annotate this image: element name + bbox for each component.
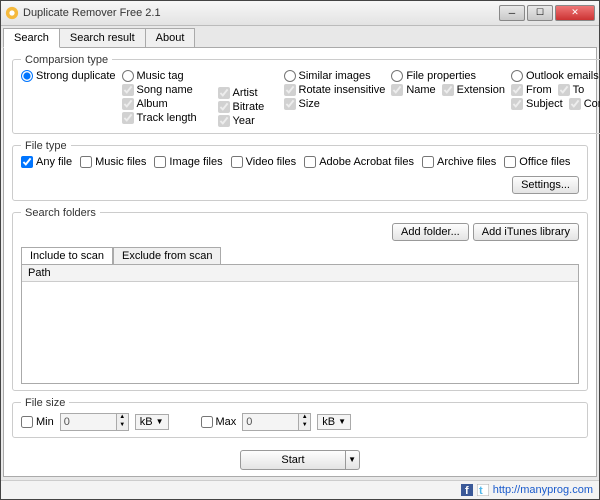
radio-outlook-emails[interactable]: Outlook emails (511, 70, 600, 82)
settings-button[interactable]: Settings... (512, 176, 579, 194)
spin-up-icon[interactable]: ▲ (298, 414, 310, 422)
spin-down-icon[interactable]: ▼ (116, 422, 128, 430)
svg-text:t: t (479, 485, 483, 496)
statusbar: f t http://manyprog.com (1, 480, 599, 499)
chk-from[interactable]: From (511, 84, 552, 96)
subtab-exclude[interactable]: Exclude from scan (113, 247, 221, 264)
chk-image-files[interactable]: Image files (154, 156, 222, 168)
radio-music-tag[interactable]: Music tag (122, 70, 212, 82)
start-row: Start ▼ (12, 450, 588, 470)
chk-content[interactable]: Content (569, 98, 600, 110)
chk-video-files[interactable]: Video files (231, 156, 297, 168)
chk-album[interactable]: Album (122, 98, 212, 110)
chk-size[interactable]: Size (284, 98, 386, 110)
max-unit-select[interactable]: kB▼ (317, 414, 351, 430)
window-title: Duplicate Remover Free 2.1 (23, 7, 499, 19)
comparison-legend: Comparsion type (21, 54, 112, 66)
chk-subject[interactable]: Subject (511, 98, 563, 110)
chk-to[interactable]: To (558, 84, 585, 96)
radio-similar-images[interactable]: Similar images (284, 70, 386, 82)
spin-up-icon[interactable]: ▲ (116, 414, 128, 422)
website-link[interactable]: http://manyprog.com (493, 484, 593, 496)
chk-artist[interactable]: Artist (218, 87, 278, 99)
filesize-legend: File size (21, 397, 69, 409)
chk-bitrate[interactable]: Bitrate (218, 101, 278, 113)
tab-search-result[interactable]: Search result (59, 28, 146, 48)
filetype-legend: File type (21, 140, 71, 152)
min-input[interactable]: ▲▼ (60, 413, 129, 431)
search-folders-group: Search folders Add folder... Add iTunes … (12, 207, 588, 391)
chk-any-file[interactable]: Any file (21, 156, 72, 168)
chk-name[interactable]: Name (391, 84, 435, 96)
chevron-down-icon: ▼ (338, 417, 346, 426)
titlebar: Duplicate Remover Free 2.1 ─ ☐ ✕ (1, 1, 599, 26)
chk-office-files[interactable]: Office files (504, 156, 570, 168)
chk-archive-files[interactable]: Archive files (422, 156, 496, 168)
radio-strong-duplicate[interactable]: Strong duplicate (21, 70, 116, 82)
subtab-include[interactable]: Include to scan (21, 247, 113, 264)
start-dropdown[interactable]: ▼ (346, 450, 360, 470)
main-tabs: Search Search result About (1, 26, 599, 48)
maximize-button[interactable]: ☐ (527, 5, 553, 21)
facebook-icon[interactable]: f (461, 484, 473, 496)
spin-down-icon[interactable]: ▼ (298, 422, 310, 430)
min-unit-select[interactable]: kB▼ (135, 414, 169, 430)
chk-year[interactable]: Year (218, 115, 278, 127)
chk-rotate-insensitive[interactable]: Rotate insensitive (284, 84, 386, 96)
radio-file-properties[interactable]: File properties (391, 70, 505, 82)
minimize-button[interactable]: ─ (499, 5, 525, 21)
chk-music-files[interactable]: Music files (80, 156, 146, 168)
chevron-down-icon: ▼ (348, 455, 356, 464)
search-folders-legend: Search folders (21, 207, 100, 219)
folder-subtabs: Include to scan Exclude from scan (21, 247, 579, 264)
tab-about[interactable]: About (145, 28, 196, 48)
window-buttons: ─ ☐ ✕ (499, 5, 595, 21)
max-input[interactable]: ▲▼ (242, 413, 311, 431)
chk-max[interactable]: Max (201, 416, 237, 428)
twitter-icon[interactable]: t (477, 484, 489, 496)
add-folder-button[interactable]: Add folder... (392, 223, 469, 241)
search-tab-content: Comparsion type Strong duplicate Music t… (3, 47, 597, 477)
chk-song-name[interactable]: Song name (122, 84, 212, 96)
chk-track-length[interactable]: Track length (122, 112, 212, 124)
app-icon (5, 6, 19, 20)
add-itunes-button[interactable]: Add iTunes library (473, 223, 579, 241)
path-column-header: Path (22, 265, 578, 282)
svg-text:f: f (465, 485, 469, 496)
close-button[interactable]: ✕ (555, 5, 595, 21)
start-button[interactable]: Start (240, 450, 345, 470)
tab-search[interactable]: Search (3, 28, 60, 48)
app-window: Duplicate Remover Free 2.1 ─ ☐ ✕ Search … (0, 0, 600, 500)
chk-min[interactable]: Min (21, 416, 54, 428)
chk-extension[interactable]: Extension (442, 84, 505, 96)
chk-adobe-files[interactable]: Adobe Acrobat files (304, 156, 414, 168)
chevron-down-icon: ▼ (156, 417, 164, 426)
comparison-type-group: Comparsion type Strong duplicate Music t… (12, 54, 600, 134)
file-type-group: File type Any file Music files Image fil… (12, 140, 588, 201)
path-list[interactable]: Path (21, 264, 579, 384)
file-size-group: File size Min ▲▼ kB▼ Max ▲▼ kB▼ (12, 397, 588, 438)
